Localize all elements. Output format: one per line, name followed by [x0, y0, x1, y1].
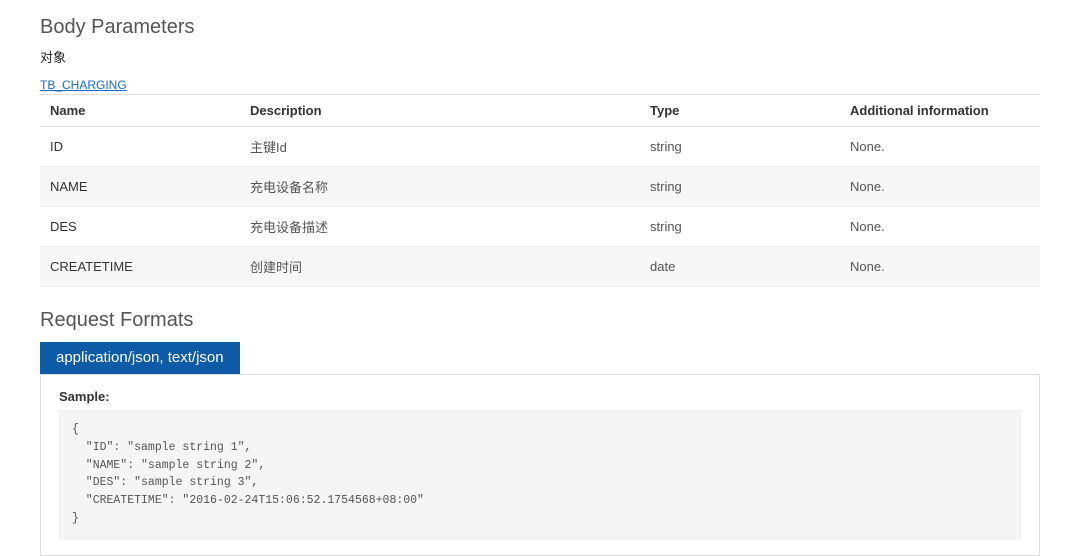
tab-json[interactable]: application/json, text/json	[40, 342, 240, 374]
table-row: DES 充电设备描述 string None.	[40, 207, 1040, 247]
table-row: NAME 充电设备名称 string None.	[40, 167, 1040, 207]
body-parameters-title: Body Parameters	[40, 16, 1040, 39]
col-header-type: Type	[640, 95, 840, 127]
cell-additional: None.	[840, 247, 1040, 287]
col-header-additional: Additional information	[840, 95, 1040, 127]
format-tabs: application/json, text/json	[40, 342, 1040, 374]
cell-description: 充电设备描述	[240, 207, 640, 247]
sample-box: Sample: { "ID": "sample string 1", "NAME…	[40, 374, 1040, 556]
col-header-name: Name	[40, 95, 240, 127]
cell-name: CREATETIME	[40, 247, 240, 287]
sample-code: { "ID": "sample string 1", "NAME": "samp…	[59, 410, 1021, 539]
cell-type: string	[640, 167, 840, 207]
cell-type: string	[640, 207, 840, 247]
cell-type: date	[640, 247, 840, 287]
cell-description: 充电设备名称	[240, 167, 640, 207]
request-formats-title: Request Formats	[40, 309, 1040, 332]
cell-additional: None.	[840, 207, 1040, 247]
cell-description: 主键Id	[240, 127, 640, 167]
cell-name: NAME	[40, 167, 240, 207]
cell-additional: None.	[840, 167, 1040, 207]
table-row: ID 主键Id string None.	[40, 127, 1040, 167]
cell-type: string	[640, 127, 840, 167]
body-parameters-subtitle: 对象	[40, 47, 1040, 66]
cell-description: 创建时间	[240, 247, 640, 287]
parameters-table: Name Description Type Additional informa…	[40, 94, 1040, 287]
cell-name: ID	[40, 127, 240, 167]
col-header-description: Description	[240, 95, 640, 127]
sample-label: Sample:	[59, 389, 1021, 404]
table-header-row: Name Description Type Additional informa…	[40, 95, 1040, 127]
cell-name: DES	[40, 207, 240, 247]
table-row: CREATETIME 创建时间 date None.	[40, 247, 1040, 287]
cell-additional: None.	[840, 127, 1040, 167]
model-link-tb-charging[interactable]: TB_CHARGING	[40, 78, 127, 92]
